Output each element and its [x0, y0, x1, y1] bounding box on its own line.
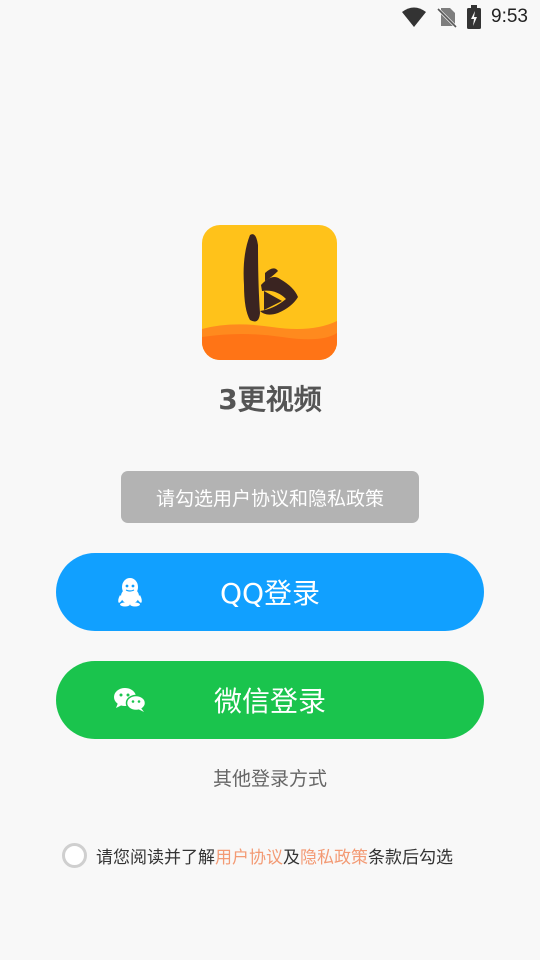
toast-message: 请勾选用户协议和隐私政策: [121, 471, 419, 523]
user-agreement-link[interactable]: 用户协议: [215, 843, 283, 868]
agreement-conjunction: 及: [283, 847, 300, 868]
agreement-suffix: 条款后勾选: [368, 847, 453, 868]
wechat-login-label: 微信登录: [213, 685, 326, 718]
qq-penguin-icon: [117, 577, 143, 607]
agreement-row: 请您阅读并了解 用户协议 及 隐私政策 条款后勾选: [62, 840, 453, 870]
wifi-icon: [402, 7, 427, 27]
qq-login-label: QQ登录: [219, 577, 321, 610]
app-logo-icon: [202, 225, 337, 360]
qq-login-button[interactable]: QQ登录: [56, 553, 484, 631]
status-time: 9:53: [491, 6, 528, 27]
app-name: 3更视频: [218, 383, 322, 416]
status-icons: 9:53: [401, 5, 528, 29]
status-bar: 9:53: [0, 0, 540, 36]
agreement-checkbox[interactable]: [62, 842, 87, 868]
privacy-policy-link[interactable]: 隐私政策: [300, 843, 368, 868]
no-sim-icon: [437, 7, 458, 28]
battery-charging-icon: [467, 5, 482, 29]
wechat-icon: [113, 686, 147, 714]
toast-text: 请勾选用户协议和隐私政策: [155, 487, 384, 510]
agreement-prefix: 请您阅读并了解: [96, 847, 215, 868]
other-login-methods-link[interactable]: 其他登录方式: [0, 764, 540, 791]
wechat-login-button[interactable]: 微信登录: [56, 661, 484, 739]
